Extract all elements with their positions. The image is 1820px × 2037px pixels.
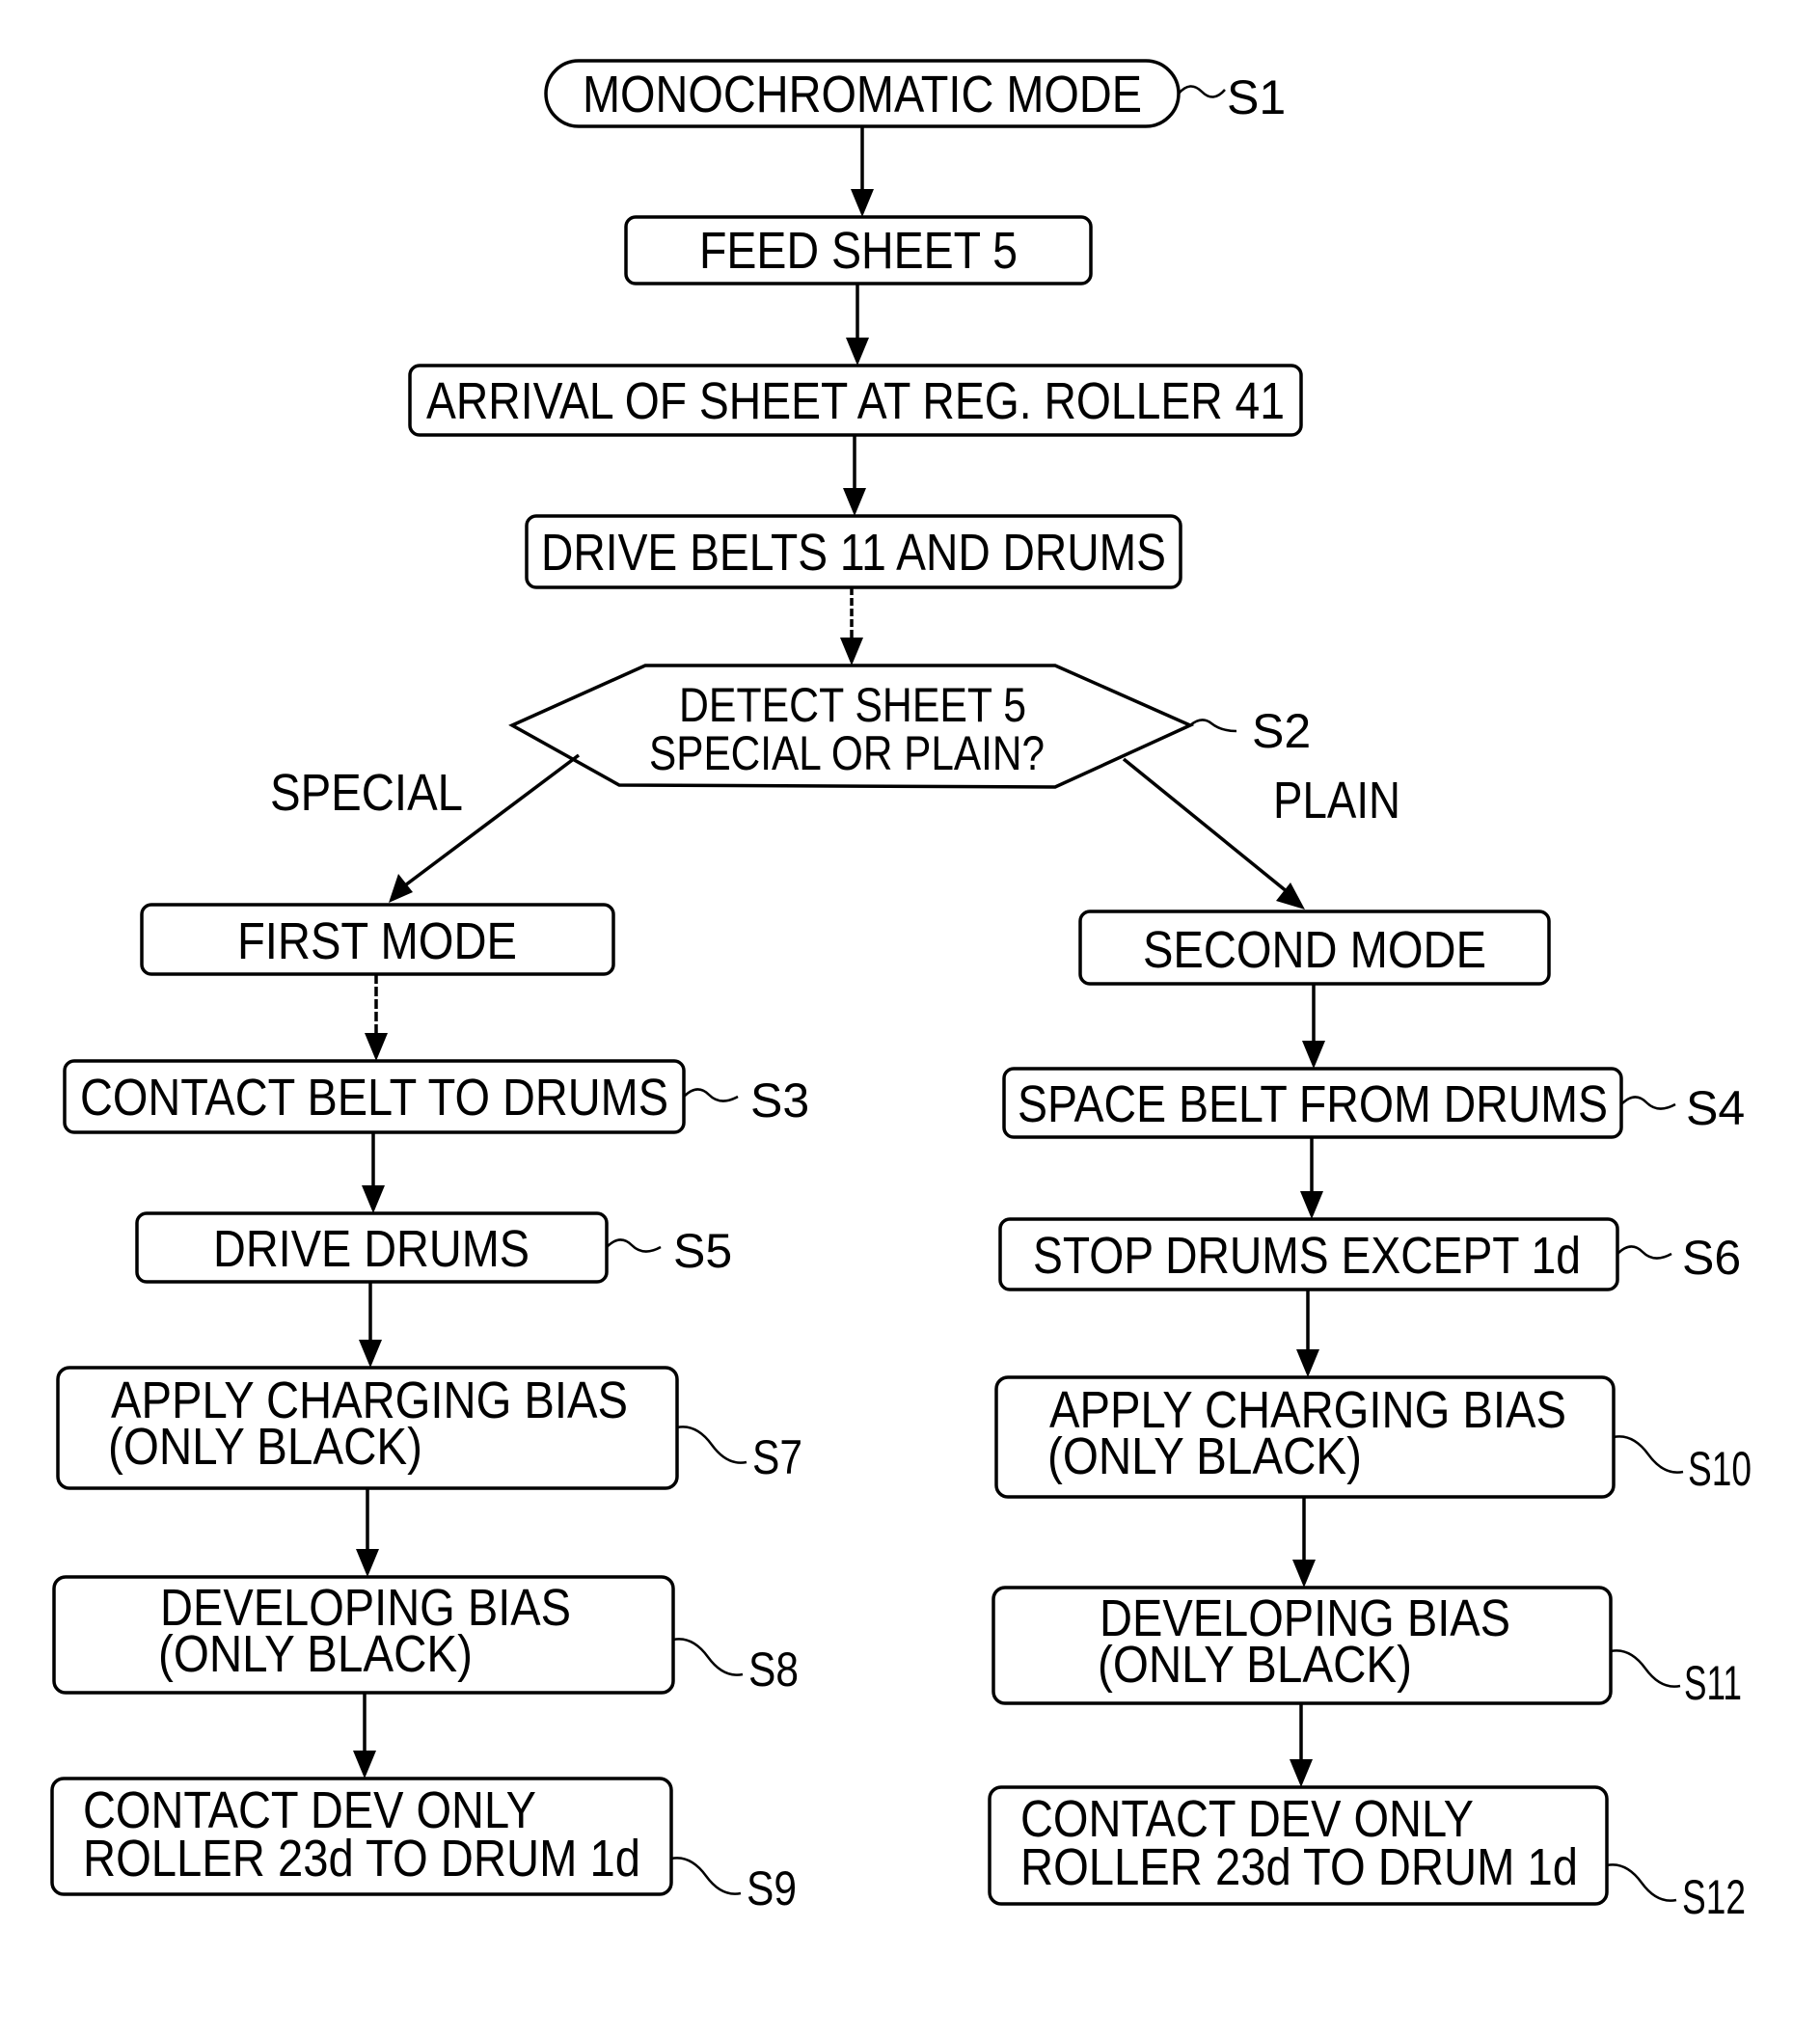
step-s6: STOP DRUMS EXCEPT 1d S6 xyxy=(998,1217,1741,1291)
arrow-head xyxy=(365,1033,388,1061)
step-leader-line xyxy=(1189,719,1237,733)
arrow-head xyxy=(851,189,874,217)
step-leader-line xyxy=(1620,1096,1676,1110)
arrow-head xyxy=(359,1340,382,1368)
step-id-s4: S4 xyxy=(1686,1081,1745,1135)
arrow-head xyxy=(1296,1349,1319,1377)
arrow-head xyxy=(843,488,866,516)
step-s10: APPLY CHARGING BIAS (ONLY BLACK) S10 xyxy=(994,1375,1752,1499)
step-id-s8: S8 xyxy=(748,1643,799,1697)
step-leader-line xyxy=(606,1238,662,1253)
step-leader-line xyxy=(1606,1863,1677,1902)
arrow-head xyxy=(1300,1191,1323,1219)
process-arrival-of-sheet: ARRIVAL OF SHEET AT REG. ROLLER 41 xyxy=(408,364,1303,437)
process-label-line-2: (ONLY BLACK) xyxy=(1047,1427,1362,1485)
step-leader-line xyxy=(1613,1435,1684,1474)
process-label-line-2: ROLLER 23d TO DRUM 1d xyxy=(1020,1838,1578,1896)
step-s12: CONTACT DEV ONLY ROLLER 23d TO DRUM 1d S… xyxy=(988,1785,1746,1924)
step-id-s11: S11 xyxy=(1684,1656,1742,1710)
decision-node-s2: DETECT SHEET 5 SPECIAL OR PLAIN? S2 xyxy=(508,664,1311,789)
process-label: FIRST MODE xyxy=(237,912,517,970)
mode-first: FIRST MODE xyxy=(140,903,615,976)
arrow-head xyxy=(389,874,413,903)
step-id-s10: S10 xyxy=(1688,1442,1752,1496)
step-leader-line xyxy=(676,1426,747,1464)
step-id-s9: S9 xyxy=(747,1861,797,1915)
process-label: SECOND MODE xyxy=(1143,921,1486,979)
step-id-s5: S5 xyxy=(673,1224,732,1278)
step-leader-line xyxy=(1610,1649,1681,1688)
process-feed-sheet: FEED SHEET 5 xyxy=(624,215,1093,285)
branch-label-special: SPECIAL xyxy=(270,764,463,822)
connector-plain xyxy=(1122,757,1290,894)
step-id-s6: S6 xyxy=(1682,1231,1741,1285)
step-leader-line xyxy=(683,1088,739,1102)
arrow-head xyxy=(356,1549,379,1577)
arrow-head xyxy=(840,638,863,665)
step-id-s2: S2 xyxy=(1252,704,1311,758)
process-label: STOP DRUMS EXCEPT 1d xyxy=(1033,1227,1581,1285)
process-label: CONTACT BELT TO DRUMS xyxy=(80,1069,668,1127)
step-s7: APPLY CHARGING BIAS (ONLY BLACK) S7 xyxy=(56,1366,802,1490)
step-id-s7: S7 xyxy=(752,1430,802,1484)
step-s11: DEVELOPING BIAS (ONLY BLACK) S11 xyxy=(991,1586,1742,1710)
decision-label-line-1: DETECT SHEET 5 xyxy=(679,678,1026,732)
step-s4: SPACE BELT FROM DRUMS S4 xyxy=(1002,1067,1745,1139)
process-drive-belts: DRIVE BELTS 11 AND DRUMS xyxy=(525,514,1182,589)
arrow-head xyxy=(1302,1041,1325,1069)
process-label: DRIVE DRUMS xyxy=(213,1220,530,1278)
decision-label-line-2: SPECIAL OR PLAIN? xyxy=(649,726,1045,780)
arrow-head xyxy=(846,338,869,366)
flowchart: MONOCHROMATIC MODE S1 FEED SHEET 5 ARRIV… xyxy=(50,59,1752,1924)
process-label-line-2: (ONLY BLACK) xyxy=(108,1418,422,1476)
process-label: DRIVE BELTS 11 AND DRUMS xyxy=(541,524,1166,582)
branch-label-plain: PLAIN xyxy=(1273,772,1400,829)
arrow-head xyxy=(1290,1759,1313,1787)
arrow-head xyxy=(353,1751,376,1779)
start-node-s1: MONOCHROMATIC MODE S1 xyxy=(544,59,1286,128)
step-s9: CONTACT DEV ONLY ROLLER 23d TO DRUM 1d S… xyxy=(50,1777,797,1915)
process-label: ARRIVAL OF SHEET AT REG. ROLLER 41 xyxy=(426,372,1285,430)
process-label-line-2: ROLLER 23d TO DRUM 1d xyxy=(83,1830,640,1888)
step-leader-line xyxy=(670,1857,742,1895)
step-leader-line xyxy=(672,1638,744,1676)
step-s5: DRIVE DRUMS S5 xyxy=(135,1211,732,1284)
arrow-head xyxy=(1292,1560,1316,1588)
arrow-head xyxy=(362,1185,385,1213)
start-label: MONOCHROMATIC MODE xyxy=(583,66,1142,123)
mode-second: SECOND MODE xyxy=(1078,910,1551,986)
process-label-line-2: (ONLY BLACK) xyxy=(158,1625,473,1683)
step-id-s3: S3 xyxy=(750,1073,809,1127)
step-s8: DEVELOPING BIAS (ONLY BLACK) S8 xyxy=(52,1575,799,1697)
step-id-s1: S1 xyxy=(1227,70,1286,124)
step-id-s12: S12 xyxy=(1682,1870,1746,1924)
process-label: SPACE BELT FROM DRUMS xyxy=(1018,1075,1608,1133)
step-leader-line xyxy=(1178,85,1226,98)
process-label: FEED SHEET 5 xyxy=(699,222,1018,280)
step-s3: CONTACT BELT TO DRUMS S3 xyxy=(63,1059,809,1134)
process-label-line-2: (ONLY BLACK) xyxy=(1098,1636,1412,1694)
step-leader-line xyxy=(1616,1245,1672,1260)
